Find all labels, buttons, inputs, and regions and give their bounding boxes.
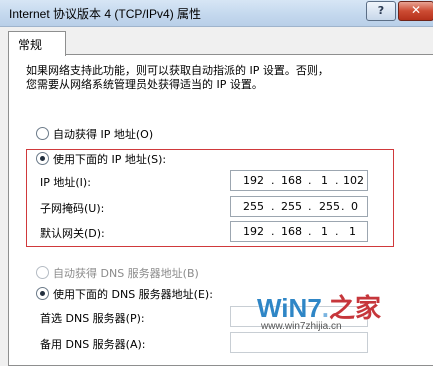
tab-general[interactable]: 常规 [8,31,66,56]
description-line-1: 如果网络支持此功能，则可以获取自动指派的 IP 设置。否则， [26,64,329,77]
title-bar: Internet 协议版本 4 (TCP/IPv4) 属性 ? ✕ [0,0,433,27]
close-button[interactable]: ✕ [398,1,433,21]
watermark-url: www.win7zhijia.cn [261,321,342,332]
watermark-logo: WiN7.之家 www.win7zhijia.cn [257,293,382,332]
auto-ip-radio[interactable] [36,127,49,140]
auto-dns-radio[interactable] [36,266,49,279]
manual-dns-label: 使用下面的 DNS 服务器地址(E): [53,288,213,301]
auto-dns-option[interactable]: 自动获得 DNS 服务器地址(B) [36,265,199,281]
help-button[interactable]: ? [366,1,396,21]
watermark-brand-cn: 之家 [329,294,382,324]
alternate-dns-label: 备用 DNS 服务器(A): [40,338,146,351]
manual-dns-radio[interactable] [36,287,49,300]
watermark-brand-num: 7 [307,293,322,323]
tab-general-label: 常规 [18,38,43,52]
manual-dns-option[interactable]: 使用下面的 DNS 服务器地址(E): [36,286,213,302]
auto-dns-label: 自动获得 DNS 服务器地址(B) [53,267,199,280]
highlight-frame [26,149,394,247]
description-line-2: 您需要从网络系统管理员处获得适当的 IP 设置。 [26,78,263,91]
description-text: 如果网络支持此功能，则可以获取自动指派的 IP 设置。否则， 您需要从网络系统管… [26,64,396,92]
window-title: Internet 协议版本 4 (TCP/IPv4) 属性 [9,7,202,21]
auto-ip-option[interactable]: 自动获得 IP 地址(O) [36,126,153,142]
auto-ip-label: 自动获得 IP 地址(O) [53,128,154,141]
preferred-dns-label: 首选 DNS 服务器(P): [40,312,145,325]
watermark-brand-win: WiN [257,293,308,323]
